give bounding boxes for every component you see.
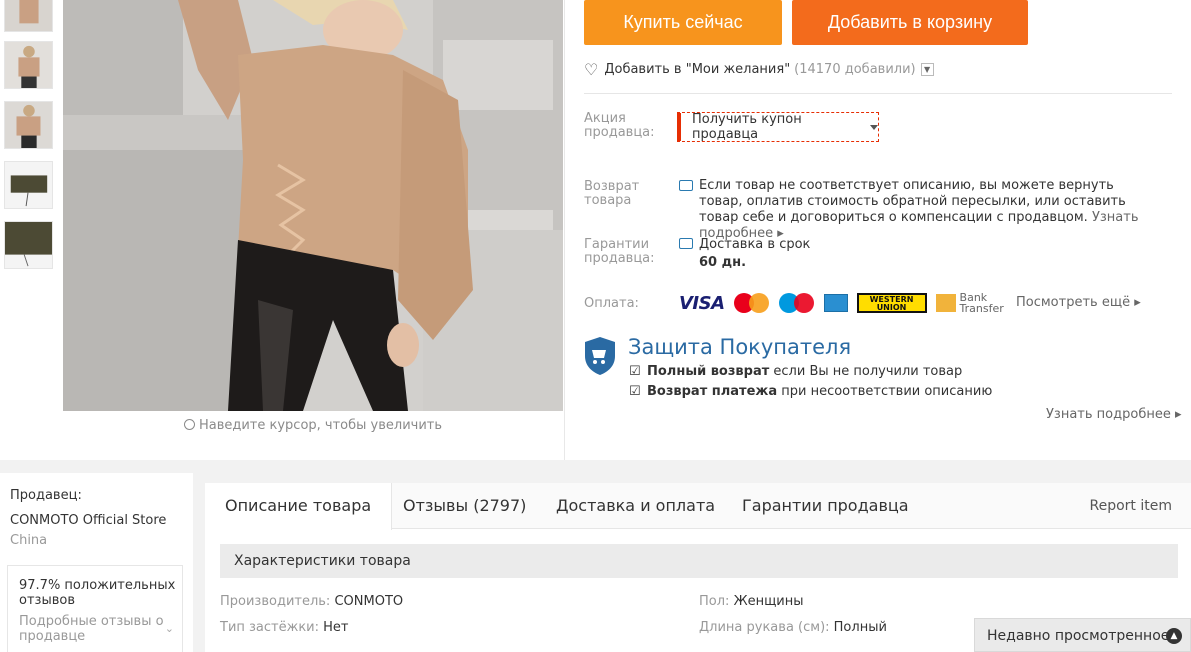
spec-row: Тип застёжки: Нет (220, 620, 349, 635)
divider (584, 93, 1172, 94)
tab-bar: Описание товара Отзывы (2797) Доставка и… (205, 483, 1191, 530)
seller-feedback-box: 97.7% положительных отзывов Подробные от… (7, 565, 183, 652)
protection-full-refund: ☑ Полный возврат если Вы не получили това… (629, 364, 963, 379)
thumbnail-2[interactable] (4, 41, 53, 89)
spec-row: Пол: Женщины (699, 594, 804, 609)
get-coupon-dropdown[interactable]: Получить купон продавца (677, 112, 879, 142)
returns-label: Возврат товара (584, 179, 640, 208)
tab-description[interactable]: Описание товара (205, 483, 393, 530)
tab-shipping-payment[interactable]: Доставка и оплата (556, 483, 715, 529)
positive-feedback: 97.7% положительных отзывов (19, 578, 176, 608)
return-icon (679, 180, 693, 191)
buyer-protection-title: Защита Покупателя (628, 335, 852, 359)
heart-plus-icon: ♡ (584, 60, 599, 79)
spec-row: Производитель: CONMOTO (220, 594, 404, 609)
chevron-up-icon[interactable]: ▲ (1166, 628, 1182, 644)
truck-icon (679, 238, 693, 249)
check-icon: ☑ (629, 384, 641, 399)
product-main-image[interactable] (63, 0, 563, 411)
add-to-cart-button[interactable]: Добавить в корзину (792, 0, 1028, 45)
thumbnail-3[interactable] (4, 101, 53, 149)
recently-viewed-bar[interactable]: Недавно просмотренное ▲ (974, 618, 1191, 652)
seller-card: Продавец: CONMOTO Official Store China 9… (0, 473, 193, 652)
amex-logo (823, 294, 848, 312)
guarantee-text: Доставка в срок 60 дн. (699, 237, 811, 270)
chevron-down-icon[interactable]: ⌄ (165, 622, 174, 635)
buy-now-button[interactable]: Купить сейчас (584, 0, 782, 45)
seller-promo-label: Акция продавца: (584, 111, 655, 140)
protection-payment-return: ☑ Возврат платежа при несоответствии опис… (629, 384, 993, 399)
mastercard-logo (733, 292, 770, 314)
column-divider (564, 0, 565, 460)
specs-heading: Характеристики товара (220, 544, 1178, 578)
thumbnail-1[interactable] (4, 0, 53, 32)
wishlist-link[interactable]: ♡ Добавить в "Мои желания" (14170 добави… (584, 60, 934, 79)
protection-more-link[interactable]: Узнать подробнее ▸ (1046, 407, 1182, 422)
tab-reviews[interactable]: Отзывы (2797) (403, 483, 526, 529)
zoom-hint: Наведите курсор, чтобы увеличить (63, 418, 563, 433)
shield-cart-icon (585, 337, 615, 375)
check-icon: ☑ (629, 364, 641, 379)
bank-transfer-logo: Bank Transfer (935, 292, 1004, 314)
guarantee-label: Гарантии продавца: (584, 237, 655, 266)
product-page: Наведите курсор, чтобы увеличить Купить … (0, 0, 1191, 652)
payment-logos: VISA WESTERN UNION Bank Transfer (679, 292, 1004, 314)
seller-name-link[interactable]: CONMOTO Official Store (10, 513, 166, 528)
maestro-logo (778, 292, 815, 314)
payment-more-link[interactable]: Посмотреть ещё ▸ (1016, 295, 1141, 310)
payment-label: Оплата: (584, 296, 639, 311)
report-item-link[interactable]: Report item (1090, 483, 1173, 529)
western-union-logo: WESTERN UNION (856, 293, 927, 313)
seller-country: China (10, 533, 48, 548)
detailed-feedback-link[interactable]: Подробные отзывы о продавце (19, 614, 169, 644)
tab-seller-guarantees[interactable]: Гарантии продавца (742, 483, 909, 529)
returns-text: Если товар не соответствует описанию, вы… (699, 178, 1139, 241)
spec-row: Длина рукава (см): Полный (699, 620, 887, 635)
caret-down-icon (870, 124, 878, 130)
magnifier-icon (183, 419, 195, 430)
chevron-down-icon[interactable]: ▼ (920, 63, 934, 76)
thumbnail-5[interactable] (4, 221, 53, 269)
visa-logo: VISA (679, 292, 725, 314)
bank-icon (935, 294, 956, 312)
thumbnail-4[interactable] (4, 161, 53, 209)
